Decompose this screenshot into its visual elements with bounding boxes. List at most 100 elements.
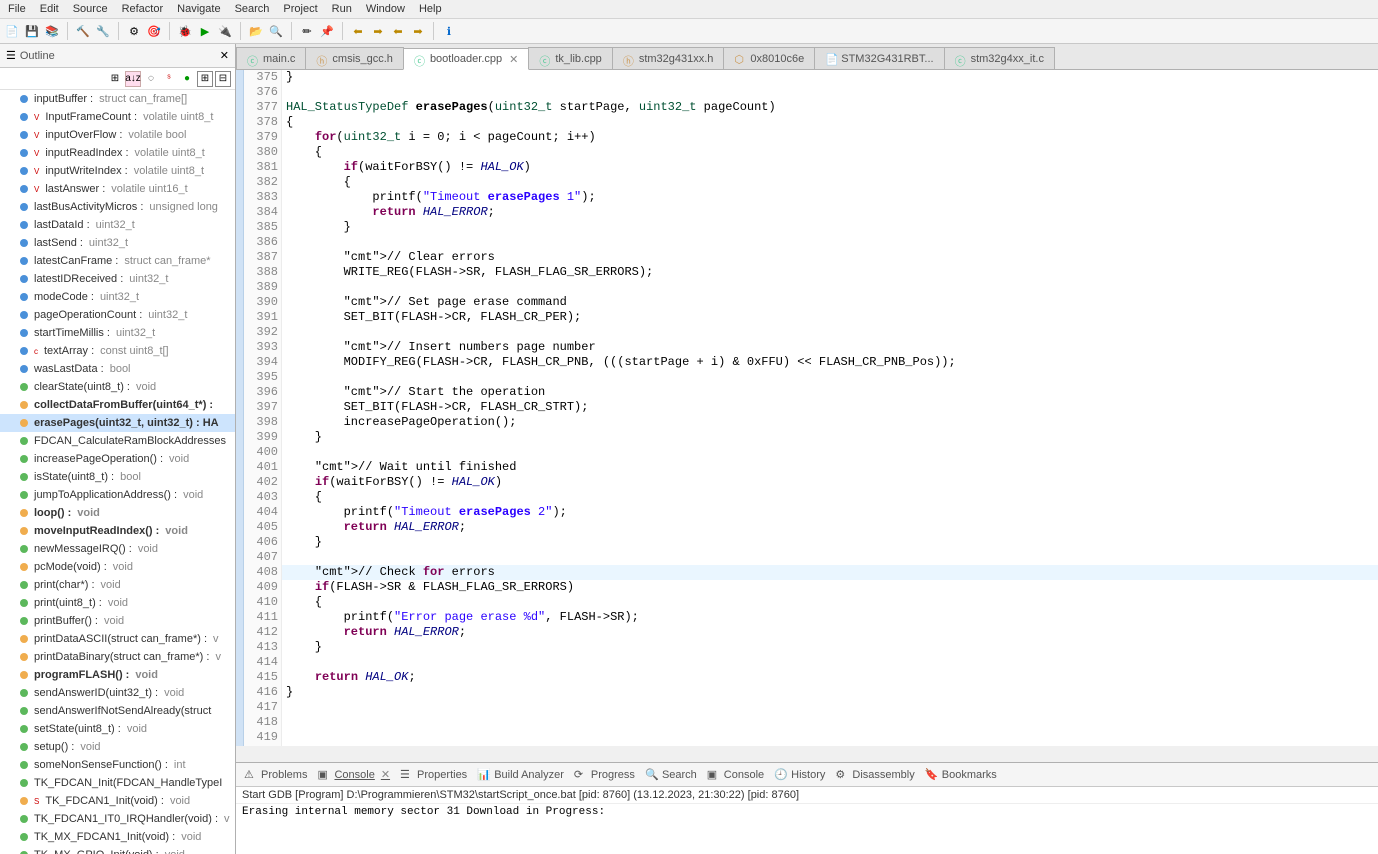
outline-item[interactable]: increasePageOperation() : void xyxy=(0,450,235,468)
folding-ruler[interactable] xyxy=(236,70,244,746)
outline-item[interactable]: inputBuffer : struct can_frame[] xyxy=(0,90,235,108)
outline-item[interactable]: printDataASCII(struct can_frame*) : v xyxy=(0,630,235,648)
outline-item[interactable]: print(char*) : void xyxy=(0,576,235,594)
outline-item[interactable]: pcMode(void) : void xyxy=(0,558,235,576)
btab-close-icon[interactable]: ✕ xyxy=(381,768,390,781)
outline-item[interactable]: someNonSenseFunction() : int xyxy=(0,756,235,774)
hide-nonpub-icon[interactable]: ● xyxy=(179,71,195,87)
btab-buildanalyzer[interactable]: 📊Build Analyzer xyxy=(477,768,564,782)
btab-history[interactable]: 🕘History xyxy=(774,768,825,782)
back-icon[interactable]: ⬅ xyxy=(350,23,366,39)
save-icon[interactable]: 💾 xyxy=(24,23,40,39)
outline-item[interactable]: collectDataFromBuffer(uint64_t*) : xyxy=(0,396,235,414)
ext-icon[interactable]: 🔌 xyxy=(217,23,233,39)
outline-item[interactable]: pageOperationCount : uint32_t xyxy=(0,306,235,324)
outline-item[interactable]: ctextArray : const uint8_t[] xyxy=(0,342,235,360)
tab-stm32g431rbt[interactable]: 📄STM32G431RBT... xyxy=(814,47,944,69)
tab-close-icon[interactable]: ✕ xyxy=(509,53,518,66)
menu-window[interactable]: Window xyxy=(366,3,405,15)
menu-navigate[interactable]: Navigate xyxy=(177,3,220,15)
outline-list[interactable]: inputBuffer : struct can_frame[]VInputFr… xyxy=(0,90,235,854)
outline-item[interactable]: modeCode : uint32_t xyxy=(0,288,235,306)
debug-icon[interactable]: 🐞 xyxy=(177,23,193,39)
btab-disassembly[interactable]: ⚙Disassembly xyxy=(835,768,914,782)
code-content[interactable]: } HAL_StatusTypeDef erasePages(uint32_t … xyxy=(282,70,1378,746)
outline-item[interactable]: setup() : void xyxy=(0,738,235,756)
collapse-icon[interactable]: ⊞ xyxy=(107,71,123,87)
tab-stm32g431xxh[interactable]: ⓗstm32g431xx.h xyxy=(612,47,725,69)
btab-search[interactable]: 🔍Search xyxy=(645,768,697,782)
opentype-icon[interactable]: 🔍 xyxy=(268,23,284,39)
pin-icon[interactable]: 📌 xyxy=(319,23,335,39)
btab-bookmarks[interactable]: 🔖Bookmarks xyxy=(925,768,997,782)
outline-item[interactable]: TK_MX_FDCAN1_Init(void) : void xyxy=(0,828,235,846)
outline-item[interactable]: jumpToApplicationAddress() : void xyxy=(0,486,235,504)
pencil-icon[interactable]: ✏ xyxy=(299,23,315,39)
outline-item[interactable]: setState(uint8_t) : void xyxy=(0,720,235,738)
outline-item[interactable]: FDCAN_CalculateRamBlockAddresses xyxy=(0,432,235,450)
outline-item[interactable]: isState(uint8_t) : bool xyxy=(0,468,235,486)
outline-item[interactable]: VlastAnswer : volatile uint16_t xyxy=(0,180,235,198)
outline-item[interactable]: STK_FDCAN1_Init(void) : void xyxy=(0,792,235,810)
outline-item[interactable]: latestIDReceived : uint32_t xyxy=(0,270,235,288)
outline-item[interactable]: erasePages(uint32_t, uint32_t) : HA xyxy=(0,414,235,432)
outline-item[interactable]: VinputWriteIndex : volatile uint8_t xyxy=(0,162,235,180)
menu-file[interactable]: File xyxy=(8,3,26,15)
outline-item[interactable]: printBuffer() : void xyxy=(0,612,235,630)
menu-project[interactable]: Project xyxy=(283,3,317,15)
btab-progress[interactable]: ⟳Progress xyxy=(574,768,635,782)
outline-item[interactable]: VInputFrameCount : volatile uint8_t xyxy=(0,108,235,126)
target-icon[interactable]: 🎯 xyxy=(146,23,162,39)
horizontal-scrollbar[interactable] xyxy=(236,746,1378,762)
link-icon[interactable]: ⊟ xyxy=(215,71,231,87)
menu-search[interactable]: Search xyxy=(235,3,270,15)
outline-item[interactable]: TK_FDCAN1_IT0_IRQHandler(void) : v xyxy=(0,810,235,828)
tab-tklibcpp[interactable]: ⓒtk_lib.cpp xyxy=(528,47,612,69)
outline-item[interactable]: TK_MX_GPIO_Init(void) : void xyxy=(0,846,235,854)
btab-problems[interactable]: ⚠Problems xyxy=(244,768,307,782)
saveall-icon[interactable]: 📚 xyxy=(44,23,60,39)
outline-item[interactable]: lastDataId : uint32_t xyxy=(0,216,235,234)
btab-properties[interactable]: ☰Properties xyxy=(400,768,467,782)
hide-fields-icon[interactable]: ◌ xyxy=(143,71,159,87)
config-icon[interactable]: ⚙ xyxy=(126,23,142,39)
outline-item[interactable]: wasLastData : bool xyxy=(0,360,235,378)
forward2-icon[interactable]: ➡ xyxy=(410,23,426,39)
close-icon[interactable]: ✕ xyxy=(220,49,229,62)
openfolder-icon[interactable]: 📂 xyxy=(248,23,264,39)
info-icon[interactable]: ℹ xyxy=(441,23,457,39)
run-icon[interactable]: ▶ xyxy=(197,23,213,39)
tab-mainc[interactable]: ⓒmain.c xyxy=(236,47,306,69)
wrench-icon[interactable]: 🔧 xyxy=(95,23,111,39)
console-output[interactable]: Erasing internal memory sector 31 Downlo… xyxy=(236,804,1378,854)
btab-console[interactable]: ▣Console✕ xyxy=(317,768,390,782)
btab-console[interactable]: ▣Console xyxy=(707,768,764,782)
tab-0x8010c6e[interactable]: ⬡0x8010c6e xyxy=(723,47,815,69)
forward-icon[interactable]: ➡ xyxy=(370,23,386,39)
menu-refactor[interactable]: Refactor xyxy=(122,3,164,15)
outline-item[interactable]: printDataBinary(struct can_frame*) : v xyxy=(0,648,235,666)
outline-item[interactable]: startTimeMillis : uint32_t xyxy=(0,324,235,342)
tab-stm32g4xxitc[interactable]: ⓒstm32g4xx_it.c xyxy=(944,47,1055,69)
menu-source[interactable]: Source xyxy=(73,3,108,15)
outline-item[interactable]: clearState(uint8_t) : void xyxy=(0,378,235,396)
hide-static-icon[interactable]: ˢ xyxy=(161,71,177,87)
outline-item[interactable]: VinputReadIndex : volatile uint8_t xyxy=(0,144,235,162)
hammer-icon[interactable]: 🔨 xyxy=(75,23,91,39)
outline-item[interactable]: newMessageIRQ() : void xyxy=(0,540,235,558)
menu-edit[interactable]: Edit xyxy=(40,3,59,15)
new-icon[interactable]: 📄 xyxy=(4,23,20,39)
menu-help[interactable]: Help xyxy=(419,3,442,15)
outline-item[interactable]: VinputOverFlow : volatile bool xyxy=(0,126,235,144)
sort-icon[interactable]: a↓z xyxy=(125,71,141,87)
outline-item[interactable]: sendAnswerID(uint32_t) : void xyxy=(0,684,235,702)
menu-run[interactable]: Run xyxy=(332,3,352,15)
outline-item[interactable]: loop() : void xyxy=(0,504,235,522)
tab-cmsisgcch[interactable]: ⓗcmsis_gcc.h xyxy=(305,47,404,69)
outline-item[interactable]: print(uint8_t) : void xyxy=(0,594,235,612)
tab-bootloadercpp[interactable]: ⓒbootloader.cpp✕ xyxy=(403,48,529,70)
group-icon[interactable]: ⊞ xyxy=(197,71,213,87)
outline-item[interactable]: moveInputReadIndex() : void xyxy=(0,522,235,540)
outline-item[interactable]: TK_FDCAN_Init(FDCAN_HandleTypeI xyxy=(0,774,235,792)
code-editor[interactable]: 3753763773783793803813823833843853863873… xyxy=(236,70,1378,746)
